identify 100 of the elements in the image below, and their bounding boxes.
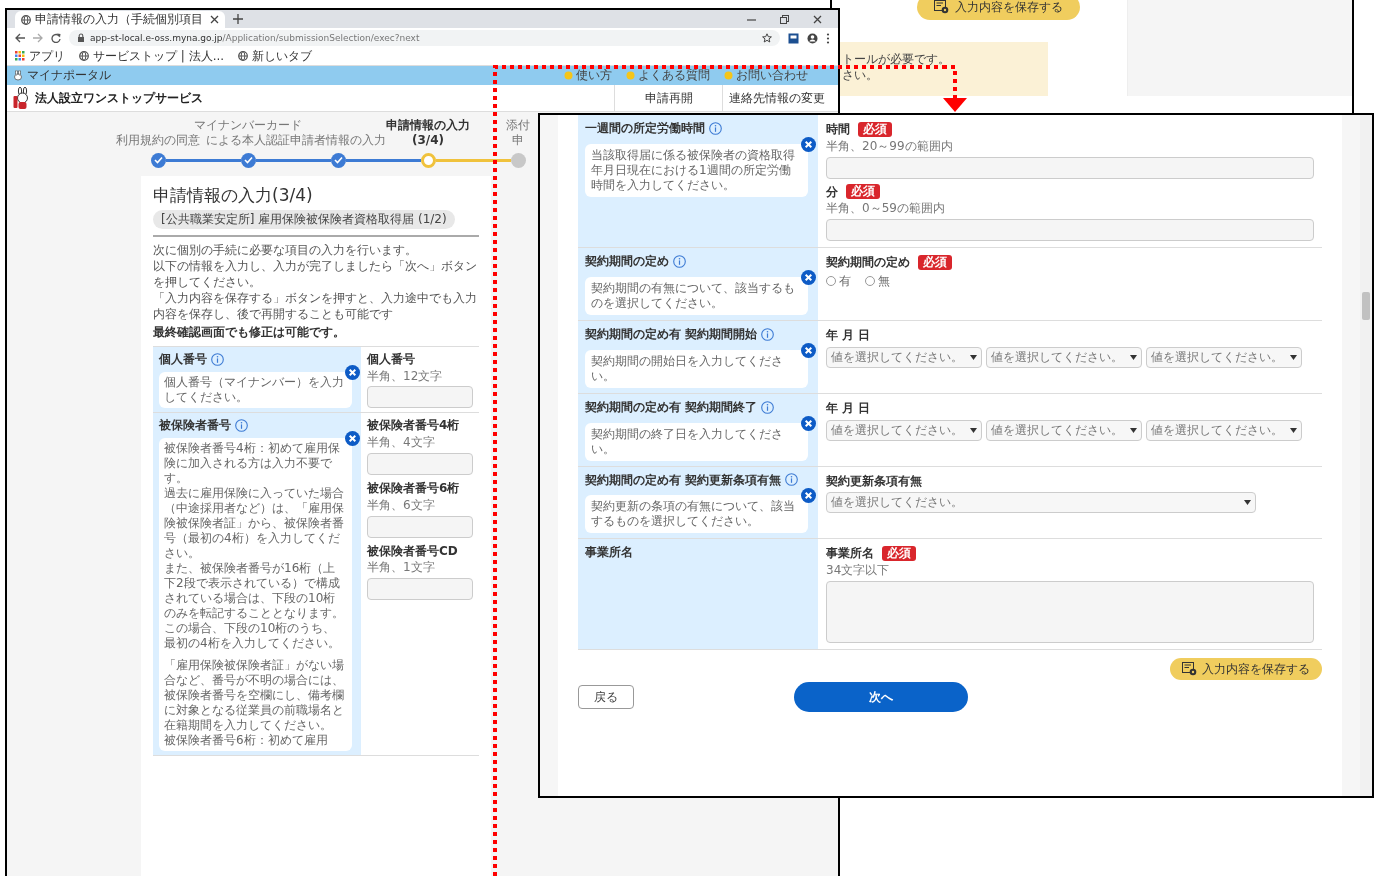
close-icon[interactable]	[345, 364, 360, 380]
dotted-arrow	[942, 63, 968, 113]
note-text: 最終確認画面でも修正は可能です。	[153, 323, 346, 340]
info-icon[interactable]	[761, 400, 775, 414]
info-icon[interactable]	[785, 473, 799, 487]
apps-grid-icon	[15, 51, 25, 62]
lock-icon	[77, 33, 85, 43]
step-label: 申請者情報の入力	[290, 133, 386, 148]
field-label: 契約期間の定め	[585, 253, 669, 270]
caret-icon	[970, 427, 977, 433]
select-field[interactable]: 値を選択してください。	[826, 346, 982, 368]
text-field[interactable]	[367, 386, 473, 409]
help-link[interactable]: お問い合わせ	[736, 67, 808, 84]
radio-button[interactable]	[826, 276, 836, 287]
text-field[interactable]	[367, 515, 473, 538]
step-label: 添付	[506, 118, 530, 133]
radio-button[interactable]	[865, 276, 875, 287]
field-label: 被保険者番号4桁	[367, 417, 460, 435]
close-icon[interactable]	[801, 488, 816, 504]
help-text: 契約期間の終了日を入力してください。	[591, 426, 784, 457]
field-label: 事業所名	[826, 545, 874, 563]
star-icon[interactable]	[762, 33, 772, 43]
caret-icon	[1290, 427, 1297, 433]
radio-label: 有	[839, 273, 851, 290]
reload-icon[interactable]	[51, 33, 61, 43]
info-icon[interactable]	[673, 255, 686, 269]
help-text: 被保険者番号4桁：初めて雇用保険に加入される方は入力不要です。	[164, 441, 341, 487]
maximize-icon[interactable]	[780, 15, 789, 24]
forward-icon[interactable]	[33, 33, 43, 43]
portal-link[interactable]: マイナポータル	[27, 67, 111, 84]
nav-link[interactable]: 連絡先情報の変更	[722, 85, 830, 111]
info-icon[interactable]	[709, 121, 722, 135]
check-icon	[333, 156, 343, 164]
rabbit-icon	[13, 70, 23, 81]
hint-text: 半角、0～59の範囲内	[826, 200, 946, 218]
intro-text: 以下の情報を入力し、入力が完了しましたら「次へ」ボタンを押してください。	[153, 257, 478, 290]
browser-tab[interactable]: 申請情報の入力（手続個別項目	[15, 11, 225, 28]
dot-icon	[626, 71, 635, 80]
field-label: 契約期間の定め有 契約期間終了	[585, 398, 758, 416]
tab-title: 申請情報の入力（手続個別項目	[35, 11, 203, 28]
select-field[interactable]: 値を選択してください。	[826, 419, 982, 441]
required-tag: 必須	[882, 546, 916, 562]
dot-icon	[564, 71, 573, 80]
close-icon[interactable]	[801, 270, 816, 285]
select-field[interactable]: 値を選択してください。	[986, 346, 1142, 368]
select-field[interactable]: 値を選択してください。	[1146, 419, 1302, 441]
caret-icon	[970, 354, 977, 360]
address-bar[interactable]: app-st-local.e-oss.myna.go.jp/Application/submissionSelection/exec?next	[69, 30, 780, 46]
close-icon[interactable]	[210, 15, 219, 24]
notice-text: さい。	[842, 67, 879, 84]
field-label: 年 月 日	[826, 399, 871, 417]
close-icon[interactable]	[801, 342, 816, 358]
intro-text: 「入力内容を保存する」ボタンを押すと、入力途中でも入力内容を保存し、後で再開することも可能です	[153, 289, 478, 322]
radio-label: 無	[878, 273, 890, 290]
page-title: 申請情報の入力(3/4)	[153, 184, 314, 207]
field-label: 事業所名	[585, 544, 633, 562]
hint-text: 半角、1文字	[367, 559, 436, 577]
back-icon[interactable]	[15, 33, 25, 43]
field-label: 契約更新条項有無	[826, 472, 922, 490]
scrollbar-thumb[interactable]	[1362, 292, 1370, 320]
help-link[interactable]: 使い方	[576, 67, 612, 84]
help-text: 被保険者番号6桁：初めて雇用	[164, 733, 329, 749]
caret-icon	[1290, 354, 1297, 360]
help-link[interactable]: よくある質問	[638, 67, 710, 84]
field-label: 契約期間の定め有 契約期間開始	[585, 326, 758, 343]
help-text: 契約期間の開始日を入力してください。	[591, 353, 784, 384]
text-field[interactable]	[826, 156, 1314, 179]
close-icon[interactable]	[801, 136, 816, 152]
text-field[interactable]	[826, 219, 1314, 242]
select-field[interactable]: 値を選択してください。	[826, 492, 1256, 514]
back-button[interactable]: 戻る	[578, 684, 634, 709]
bookmark-item[interactable]: サービストップ | 法人...	[79, 48, 225, 65]
save-button[interactable]: 入力内容を保存する	[1170, 657, 1322, 680]
site-title: 法人設立ワンストップサービス	[35, 89, 203, 107]
bookmark-item[interactable]: アプリ	[15, 48, 65, 65]
info-icon[interactable]	[235, 419, 248, 433]
new-tab-icon[interactable]	[233, 14, 243, 24]
help-text: 過去に雇用保険に入っていた場合（中途採用者など）は、「雇用保険被保険者証」から、被保険者番号（最初の4桁）を入力してください。	[164, 486, 345, 562]
hint-text: 半角、20～99の範囲内	[826, 137, 954, 155]
save-button[interactable]: 入力内容を保存する	[917, 0, 1080, 20]
text-field[interactable]	[367, 453, 473, 476]
close-icon[interactable]	[813, 15, 822, 24]
account-icon[interactable]	[807, 32, 818, 44]
info-icon[interactable]	[761, 327, 775, 341]
step-label: 利用規約の同意	[116, 133, 200, 148]
menu-icon[interactable]	[826, 32, 830, 44]
close-icon[interactable]	[801, 415, 816, 431]
hint-text: 34文字以下	[826, 562, 891, 579]
select-field[interactable]: 値を選択してください。	[986, 419, 1142, 441]
next-button[interactable]: 次へ	[794, 681, 968, 712]
field-label: 時間	[826, 121, 850, 138]
close-icon[interactable]	[345, 431, 360, 447]
extension-icon[interactable]	[788, 32, 799, 44]
caret-icon	[1130, 354, 1137, 360]
text-field[interactable]	[367, 578, 473, 601]
nav-link[interactable]: 申請再開	[614, 85, 722, 111]
step-label: マイナンバーカード	[194, 118, 302, 133]
bookmark-item[interactable]: 新しいタブ	[238, 48, 313, 65]
select-field[interactable]: 値を選択してください。	[1146, 346, 1302, 368]
info-icon[interactable]	[211, 352, 224, 366]
